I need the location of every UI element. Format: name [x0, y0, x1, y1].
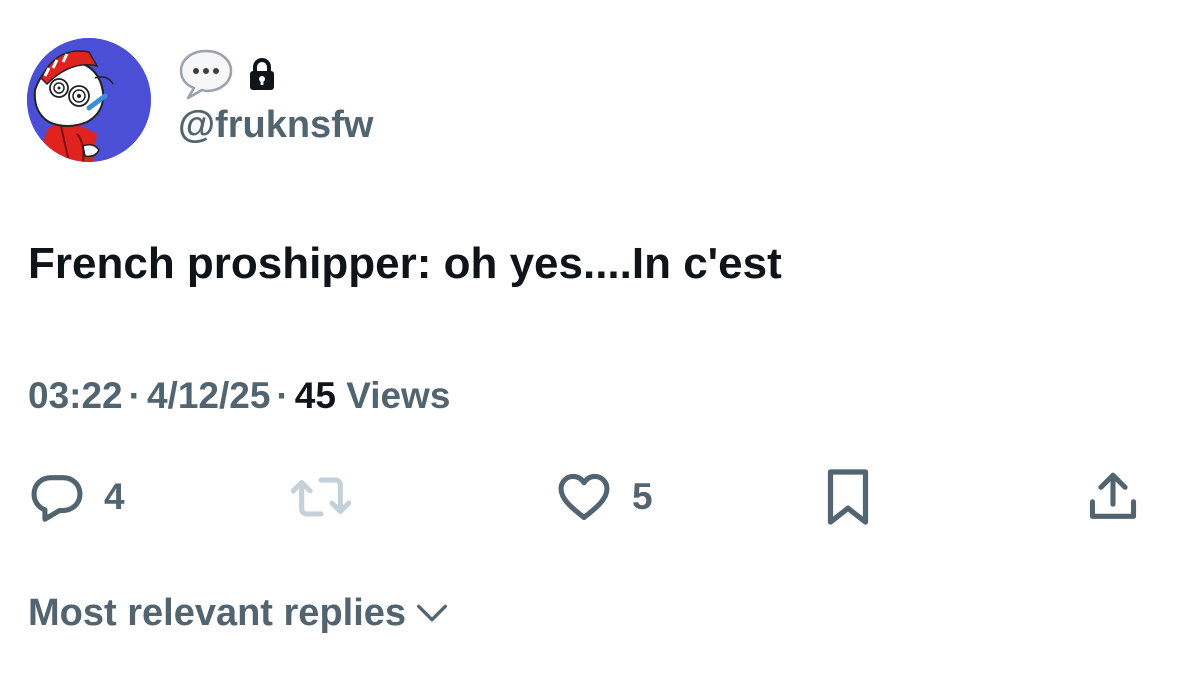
like-count: 5 [632, 476, 653, 517]
tweet-actions-bar: 4 5 [0, 462, 1179, 532]
display-name-row[interactable] [178, 48, 276, 100]
meta-separator: · [276, 375, 289, 416]
views-label: Views [346, 375, 451, 416]
replies-sort-dropdown[interactable]: Most relevant replies [28, 590, 452, 636]
tweet-meta: 03:22 · 4/12/25 · 45 Views [28, 374, 450, 418]
like-icon [558, 473, 610, 521]
meta-separator: · [128, 375, 141, 416]
author-handle[interactable]: @fruknsfw [178, 103, 373, 147]
repost-button[interactable] [288, 462, 372, 532]
reply-icon [31, 475, 83, 522]
bookmark-icon [827, 469, 869, 525]
chevron-down-icon [417, 604, 448, 622]
replies-sort-label: Most relevant replies [28, 592, 407, 634]
share-icon [1089, 472, 1137, 519]
speech-bubble-ellipsis-icon [179, 49, 233, 100]
views-count: 45 [294, 375, 336, 416]
reply-button[interactable]: 4 [28, 462, 125, 532]
tweet-date[interactable]: 4/12/25 [147, 375, 270, 416]
share-button[interactable] [1084, 462, 1142, 532]
like-button[interactable]: 5 [554, 462, 653, 532]
tweet-text: French proshipper: oh yes....In c'est [28, 239, 782, 288]
repost-icon [290, 477, 352, 517]
reply-count: 4 [104, 476, 125, 517]
lock-icon [250, 58, 274, 90]
tweet-time[interactable]: 03:22 [28, 375, 123, 416]
bookmark-button[interactable] [822, 462, 874, 532]
avatar[interactable] [27, 38, 151, 162]
